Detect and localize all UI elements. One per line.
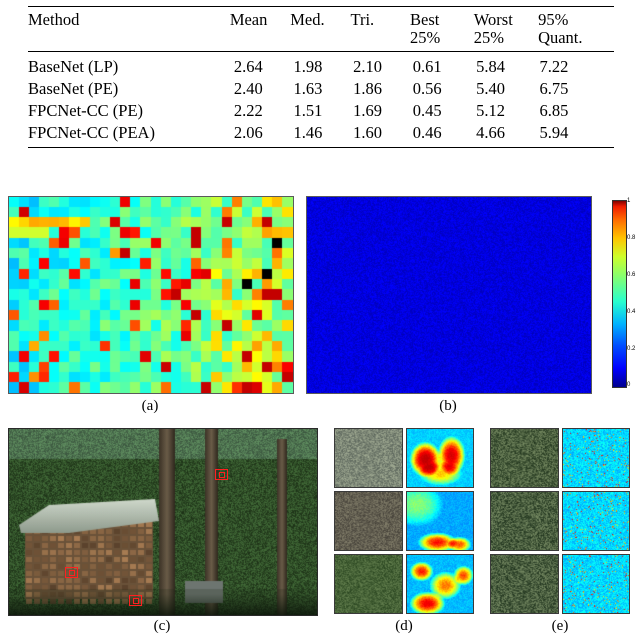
row-q95: 6.85	[539, 100, 569, 120]
figure-page: Method Mean Med. Tri. Best 25% Worst 25%…	[0, 0, 640, 644]
row-best25: 0.46	[412, 122, 442, 142]
heatmap-cell	[561, 491, 630, 551]
row-best25: 0.61	[412, 56, 442, 76]
table-row: BaseNet (PE) 2.40 1.63 1.86 0.56 5.40 6.…	[28, 78, 614, 100]
caption-e: (e)	[551, 618, 569, 634]
row-mean: 2.06	[233, 122, 263, 142]
heatmap-cell	[561, 554, 630, 614]
table-mid-rule	[28, 50, 614, 52]
row-tri: 1.86	[353, 78, 383, 98]
colorbar-tick: 0.8	[627, 235, 636, 241]
row-q95: 5.94	[539, 122, 569, 142]
row-tri: 2.10	[353, 56, 383, 76]
header-worst-line1: Worst	[473, 10, 513, 29]
header-tri: Tri.	[350, 10, 375, 29]
header-best-line1: Best	[410, 10, 440, 29]
patch-cell	[490, 554, 559, 614]
row-best25: 0.45	[412, 100, 442, 120]
results-table-body: BaseNet (LP) 2.64 1.98 2.10 0.61 5.84 7.…	[28, 56, 614, 144]
patch-cell	[490, 491, 559, 551]
table-row: FPCNet-CC (PE) 2.22 1.51 1.69 0.45 5.12 …	[28, 100, 614, 122]
panel-c-canvas	[9, 429, 317, 615]
header-method: Method	[28, 10, 80, 29]
table-row: FPCNet-CC (PEA) 2.06 1.46 1.60 0.46 4.66…	[28, 122, 614, 144]
row-med: 1.63	[293, 78, 323, 98]
colorbar-tick: 0.2	[627, 346, 636, 352]
heatmap-cell	[405, 554, 474, 614]
heatmap-cell	[405, 428, 474, 488]
row-worst25: 4.66	[476, 122, 506, 142]
colorbar-tick: 1	[627, 198, 631, 204]
header-q95-line2: Quant.	[538, 28, 583, 48]
patch-cell	[334, 491, 403, 551]
table-row: BaseNet (LP) 2.64 1.98 2.10 0.61 5.84 7.…	[28, 56, 614, 78]
patch-cell	[334, 428, 403, 488]
roi-marker	[65, 567, 78, 578]
panel-a-heatmap	[8, 196, 294, 394]
header-med: Med.	[290, 10, 325, 29]
row-mean: 2.22	[233, 100, 263, 120]
patch-cell	[334, 554, 403, 614]
row-method: BaseNet (LP)	[28, 56, 119, 76]
row-method: FPCNet-CC (PE)	[28, 100, 144, 120]
row-med: 1.98	[293, 56, 323, 76]
colorbar	[612, 200, 627, 388]
results-table: Method Mean Med. Tri. Best 25% Worst 25%…	[28, 10, 614, 48]
header-q95-line1: 95%	[538, 10, 569, 29]
panel-b-canvas	[307, 197, 591, 393]
caption-b: (b)	[439, 398, 457, 414]
heatmap-cell	[405, 491, 474, 551]
roi-marker	[129, 595, 142, 606]
row-tri: 1.60	[353, 122, 383, 142]
header-mean: Mean	[229, 10, 268, 29]
row-mean: 2.64	[233, 56, 263, 76]
row-q95: 6.75	[539, 78, 569, 98]
patch-cell	[490, 428, 559, 488]
colorbar-tick: 0.6	[627, 272, 636, 278]
panel-b-heatmap	[306, 196, 592, 394]
table-top-rule	[28, 6, 614, 7]
panel-a-canvas	[9, 197, 293, 393]
row-med: 1.51	[293, 100, 323, 120]
row-method: FPCNet-CC (PEA)	[28, 122, 155, 142]
heatmap-cell	[561, 428, 630, 488]
caption-a: (a)	[141, 398, 159, 414]
roi-marker	[215, 469, 228, 480]
row-worst25: 5.40	[476, 78, 506, 98]
row-worst25: 5.84	[476, 56, 506, 76]
row-method: BaseNet (PE)	[28, 78, 119, 98]
caption-d: (d)	[395, 618, 413, 634]
header-worst-line2: 25%	[473, 28, 505, 48]
row-tri: 1.69	[353, 100, 383, 120]
row-med: 1.46	[293, 122, 323, 142]
panel-c-scene-photo	[8, 428, 318, 616]
panel-d-patch-grid	[334, 428, 474, 614]
row-q95: 7.22	[539, 56, 569, 76]
table-bottom-rule	[28, 146, 614, 148]
table-header-row: Method Mean Med. Tri. Best 25% Worst 25%…	[28, 10, 614, 48]
results-table-container: Method Mean Med. Tri. Best 25% Worst 25%…	[28, 6, 614, 148]
row-mean: 2.40	[233, 78, 263, 98]
caption-c: (c)	[153, 618, 171, 634]
panel-e-patch-grid	[490, 428, 630, 614]
colorbar-tick: 0.4	[627, 309, 636, 315]
row-worst25: 5.12	[476, 100, 506, 120]
row-best25: 0.56	[412, 78, 442, 98]
header-best-line2: 25%	[410, 28, 441, 48]
colorbar-tick: 0	[627, 382, 631, 388]
